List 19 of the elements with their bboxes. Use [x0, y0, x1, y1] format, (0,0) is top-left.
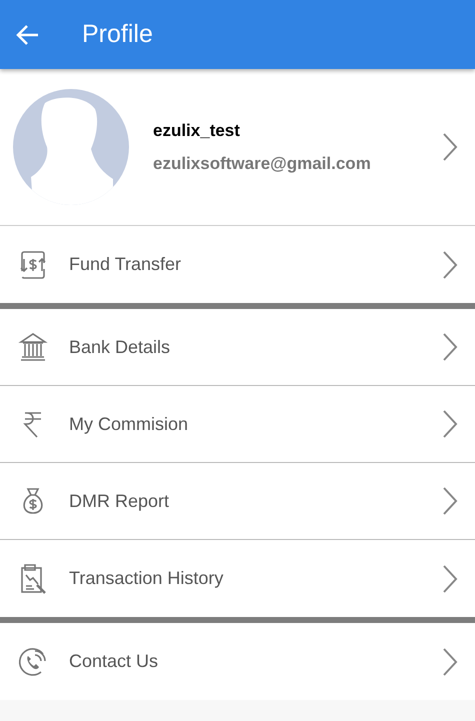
profile-card[interactable]: ezulix_test ezulixsoftware@gmail.com	[0, 69, 475, 226]
chevron-icon	[442, 409, 458, 439]
menu-item[interactable]: DMR Report	[0, 463, 475, 540]
chevron-icon	[442, 564, 458, 594]
menu-item[interactable]: My Commision	[0, 386, 475, 463]
menu-item[interactable]: Bank Details	[0, 309, 475, 386]
menu-item[interactable]: Transaction History	[0, 540, 475, 617]
email-address: ezulixsoftware@gmail.com	[153, 153, 372, 175]
chevron-icon	[442, 486, 458, 516]
screen-title: Profile	[82, 18, 153, 50]
chevron-icon	[442, 332, 458, 362]
menu-item[interactable]: Fund Transfer	[0, 226, 475, 303]
bank-icon	[17, 331, 49, 363]
menu-item[interactable]: Contact Us	[0, 623, 475, 700]
phone-icon	[17, 646, 49, 678]
chevron-icon	[442, 646, 458, 676]
chevron-icon	[442, 132, 458, 162]
username: ezulix_test	[153, 120, 241, 142]
chevron-icon	[442, 250, 458, 280]
